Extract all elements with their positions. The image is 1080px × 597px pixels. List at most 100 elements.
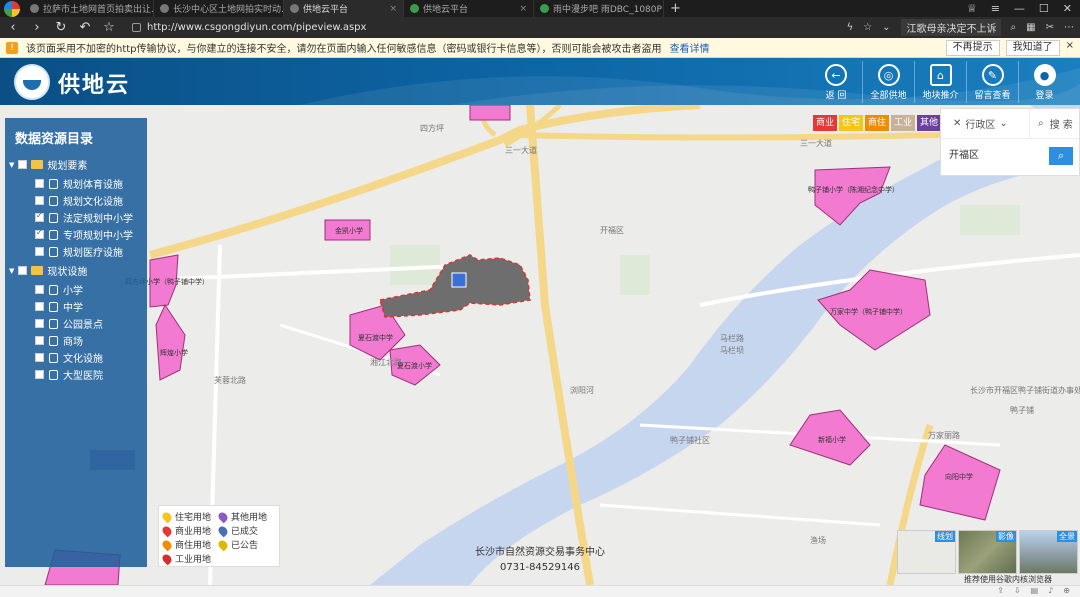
checkbox-checked[interactable]	[35, 211, 44, 222]
road-label: 芙蓉北路	[214, 376, 246, 385]
map-type-satellite-thumb[interactable]: 影像	[958, 530, 1017, 574]
zoom-icon[interactable]: ⊕	[1063, 586, 1070, 597]
messages-button[interactable]: ✎ 留言查看	[966, 61, 1018, 103]
maximize-icon[interactable]: ☐	[1039, 2, 1049, 15]
download-icon[interactable]: ⇩	[1014, 586, 1021, 597]
clipboard-icon[interactable]: ▤	[1031, 586, 1039, 597]
tree-item[interactable]: 小学	[5, 281, 147, 298]
bookmark-star-icon[interactable]: ☆	[863, 22, 872, 33]
filter-other-button[interactable]: 其他	[917, 115, 941, 131]
tree-item-label: 大型医院	[63, 371, 103, 382]
warning-details-link[interactable]: 查看详情	[670, 40, 710, 55]
checkbox[interactable]	[35, 196, 44, 205]
browser-tab[interactable]: 拉萨市土地网首页拍卖出让...×	[24, 0, 154, 17]
tree-item[interactable]: 法定规划中小学	[5, 209, 147, 226]
url-text[interactable]: http://www.csgongdiyun.com/pipeview.aspx	[147, 22, 366, 33]
speaker-icon[interactable]: ♪	[1048, 586, 1053, 597]
minimize-icon[interactable]: —	[1014, 2, 1025, 15]
tree-item[interactable]: 大型医院	[5, 366, 147, 383]
search-submit-button[interactable]: ⌕	[1049, 147, 1073, 165]
checkbox[interactable]	[35, 336, 44, 345]
road-label: 三一大道	[800, 139, 832, 148]
close-icon[interactable]: ×	[519, 4, 527, 14]
checkbox[interactable]	[18, 160, 28, 169]
login-button[interactable]: ● 登录	[1018, 61, 1070, 103]
scissors-icon[interactable]: ✂	[1046, 22, 1054, 33]
land-promo-button[interactable]: ⌂ 地块推介	[914, 61, 966, 103]
back-button[interactable]: ← 返 回	[810, 61, 862, 103]
star-icon[interactable]: ☆	[102, 20, 116, 35]
security-icon[interactable]	[132, 23, 141, 32]
chevron-down-icon: ⌄	[999, 118, 1008, 129]
filter-residential-button[interactable]: 住宅	[839, 115, 863, 131]
close-icon[interactable]: ×	[1066, 40, 1074, 56]
map-type-vector-thumb[interactable]: 线划	[897, 530, 956, 574]
tree-group-existing[interactable]: ▼ 现状设施	[5, 260, 147, 281]
filter-commercial-button[interactable]: 商业	[813, 115, 837, 131]
checkbox[interactable]	[35, 353, 44, 362]
forward-nav-icon[interactable]: ›	[30, 20, 44, 35]
apps-icon[interactable]: ▦	[1026, 22, 1035, 33]
group-label: 规划要素	[47, 161, 88, 172]
no-remind-button[interactable]: 不再提示	[945, 39, 1000, 56]
school-label: 辉煌小学	[160, 349, 188, 357]
search-icon[interactable]: ⌕	[1011, 22, 1017, 33]
lightning-icon[interactable]: ϟ	[847, 22, 854, 33]
shirt-icon[interactable]: ♕	[967, 2, 977, 15]
map-type-panorama-thumb[interactable]: 全景	[1019, 530, 1078, 574]
checkbox[interactable]	[35, 319, 44, 328]
reload-icon[interactable]: ↻	[54, 20, 68, 35]
triangle-down-icon[interactable]: ▼	[9, 161, 14, 169]
got-it-button[interactable]: 我知道了	[1005, 39, 1060, 56]
back-nav-icon[interactable]: ‹	[6, 20, 20, 35]
menu-icon[interactable]: ≡	[991, 2, 1000, 15]
login-label: 登录	[1035, 91, 1054, 101]
search-input[interactable]: 开福区	[949, 147, 1049, 165]
checkbox[interactable]	[35, 285, 44, 294]
tree-item[interactable]: 专项规划中小学	[5, 226, 147, 243]
filter-mixed-button[interactable]: 商住	[865, 115, 889, 131]
tab-label: 拉萨市土地网首页拍卖出让...	[43, 5, 154, 15]
address-bar[interactable]: http://www.csgongdiyun.com/pipeview.aspx	[126, 19, 586, 36]
browser-tab[interactable]: 雨中漫步吧 雨DBC_1080P×	[534, 0, 664, 17]
checkbox[interactable]	[18, 266, 28, 275]
all-land-button[interactable]: ◎ 全部供地	[862, 61, 914, 103]
tree-item-label: 专项规划中小学	[63, 231, 133, 242]
layer-icon	[49, 318, 58, 329]
browser-status-bar: ⇪ ⇩ ▤ ♪ ⊕	[0, 585, 1080, 597]
search-hint[interactable]: 江歌母亲决定不上诉	[900, 19, 1001, 36]
road-minor	[599, 503, 881, 527]
checkbox[interactable]	[35, 247, 44, 256]
close-window-icon[interactable]: ✕	[1063, 2, 1072, 15]
tree-item[interactable]: 规划医疗设施	[5, 243, 147, 260]
search-tab[interactable]: ⌕ 搜 索	[1029, 108, 1073, 139]
checkbox[interactable]	[35, 370, 44, 379]
browser-logo-icon[interactable]	[4, 0, 20, 17]
triangle-down-icon[interactable]: ▼	[9, 267, 14, 275]
tree-group-planning[interactable]: ▼ 规划要素	[5, 154, 147, 175]
tree-item[interactable]: 商场	[5, 332, 147, 349]
tree-item[interactable]: 文化设施	[5, 349, 147, 366]
legend-label: 住宅用地	[175, 513, 212, 523]
undo-icon[interactable]: ↶	[78, 20, 92, 35]
close-icon[interactable]: ×	[389, 4, 397, 14]
region-select[interactable]: ✕ 行政区 ⌄	[941, 116, 1029, 131]
browser-tab[interactable]: 供地云平台 ×	[404, 0, 534, 17]
checkbox[interactable]	[35, 179, 44, 188]
checkbox[interactable]	[35, 302, 44, 311]
tree-item-label: 规划文化设施	[63, 197, 123, 208]
browser-tab[interactable]: 长沙中心区土地网拍实时动...×	[154, 0, 284, 17]
dropdown-icon[interactable]: ⌄	[882, 22, 890, 33]
tree-item[interactable]: 规划体育设施	[5, 175, 147, 192]
tree-item[interactable]: 公园景点	[5, 315, 147, 332]
share-icon[interactable]: ⇪	[997, 586, 1004, 597]
filter-industrial-button[interactable]: 工业	[891, 115, 915, 131]
more-icon[interactable]: ⋯	[1064, 22, 1074, 33]
map-type-switcher: 线划 影像 全景	[897, 530, 1078, 574]
new-tab-button[interactable]: +	[664, 1, 687, 16]
browser-tab-active[interactable]: 供地云平台 ×	[284, 0, 404, 17]
tree-item[interactable]: 规划文化设施	[5, 192, 147, 209]
checkbox-checked[interactable]	[35, 228, 44, 239]
tree-item[interactable]: 中学	[5, 298, 147, 315]
thumb-label: 全景	[1057, 531, 1077, 542]
